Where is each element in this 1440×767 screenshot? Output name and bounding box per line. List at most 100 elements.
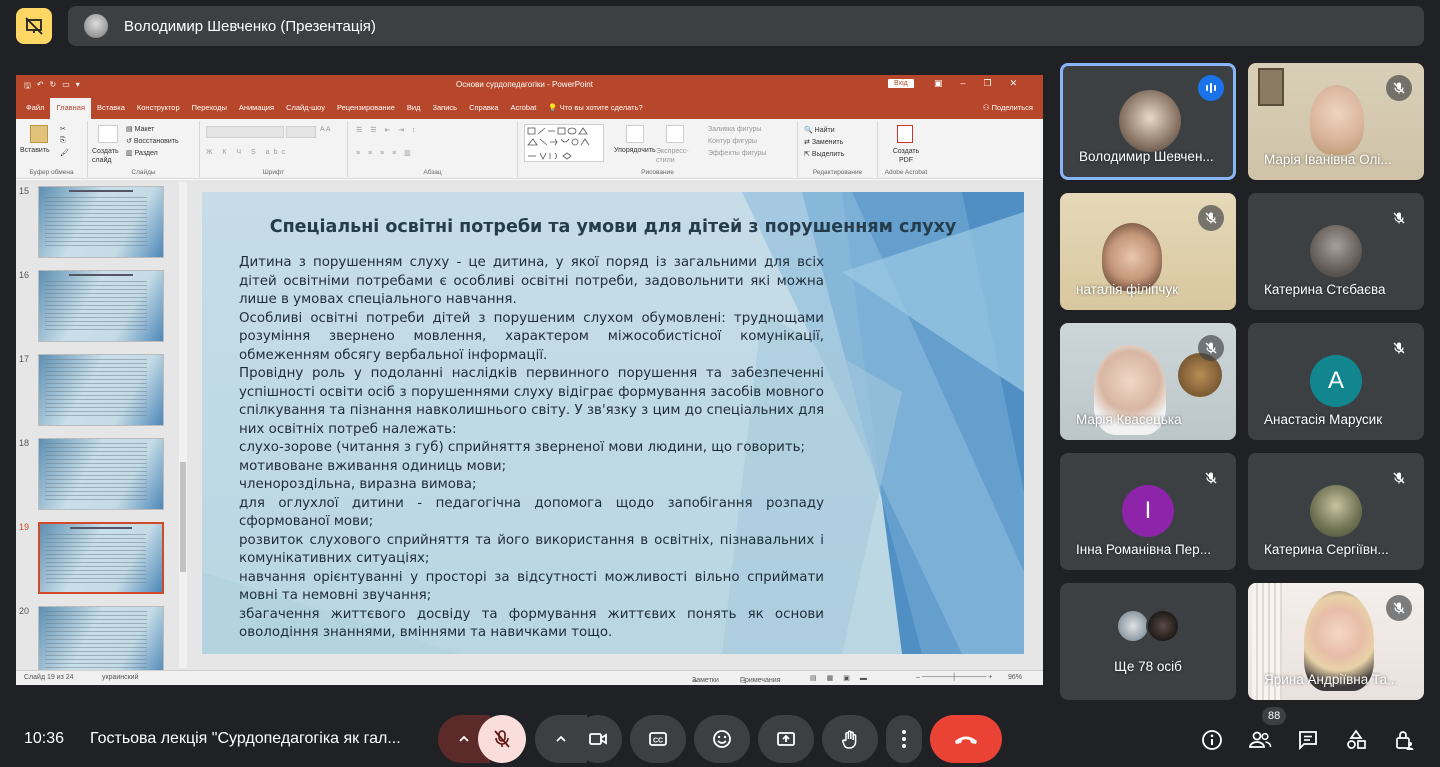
presentation-icon[interactable]	[16, 8, 52, 44]
raise-hand-button[interactable]	[822, 715, 878, 763]
customize-icon[interactable]: ▾	[76, 80, 80, 94]
tell-me-search[interactable]: 💡 Что вы хотите сделать?	[542, 103, 648, 119]
slide-thumbnail[interactable]	[38, 438, 164, 510]
find-button[interactable]: 🔍 Найти	[804, 126, 835, 134]
participant-tile[interactable]: Ярина Андріївна Та...	[1248, 583, 1424, 700]
participant-tile[interactable]: Катерина Стєбаєва	[1248, 193, 1424, 310]
leave-call-button[interactable]	[930, 715, 1002, 763]
host-controls-button[interactable]	[1389, 725, 1419, 755]
tab-transitions[interactable]: Переходы	[186, 103, 233, 119]
participant-avatar	[1119, 90, 1181, 152]
tab-view[interactable]: Вид	[401, 103, 427, 119]
slide-thumbnail[interactable]	[38, 606, 164, 678]
minimize-icon[interactable]: –	[961, 78, 966, 89]
pdf-icon[interactable]	[897, 125, 913, 143]
shape-effects-button[interactable]: Эффекты фигуры	[708, 150, 766, 157]
meeting-title[interactable]: Гостьова лекція "Сурдопедагогіка як гал.…	[90, 730, 420, 748]
new-slide-button[interactable]: Создать слайд	[92, 147, 124, 165]
participant-tile[interactable]: А Анастасія Марусик	[1248, 323, 1424, 440]
reset-button[interactable]: ↺ Восстановить	[126, 137, 179, 145]
paste-button[interactable]: Вставить	[20, 147, 50, 154]
slide-thumbnail[interactable]	[38, 270, 164, 342]
undo-icon[interactable]: ↶	[37, 80, 44, 94]
zoom-level[interactable]: 96%	[1008, 674, 1022, 681]
ribbon-options-icon[interactable]: ▣	[934, 78, 943, 89]
others-tile[interactable]: Ще 78 осіб	[1060, 583, 1236, 700]
font-size-dropdown[interactable]	[286, 126, 316, 138]
create-pdf-button[interactable]: Создать PDF	[886, 147, 926, 165]
shape-outline-button[interactable]: Контур фигуры	[708, 138, 757, 145]
cut-icon[interactable]: ✂	[60, 125, 66, 133]
microphone-toggle-button[interactable]	[478, 715, 526, 763]
tab-insert[interactable]: Вставка	[91, 103, 131, 119]
slide-thumbnail-selected[interactable]	[38, 522, 164, 594]
thumb-number-selected: 19	[19, 522, 30, 532]
chat-button[interactable]	[1293, 725, 1323, 755]
thumbnails-scrollbar[interactable]	[179, 182, 187, 668]
present-screen-button[interactable]	[758, 715, 814, 763]
participant-tile[interactable]: наталія філіпчук	[1060, 193, 1236, 310]
format-painter-icon[interactable]: 🖌	[60, 149, 69, 157]
participant-tile[interactable]: Марія Квасецька	[1060, 323, 1236, 440]
people-button[interactable]	[1245, 725, 1275, 755]
captions-button[interactable]: CC	[630, 715, 686, 763]
section-button[interactable]: ▥ Раздел	[126, 149, 158, 157]
close-icon[interactable]: ✕	[1010, 78, 1018, 89]
participant-tile[interactable]: І Інна Романівна Пер...	[1060, 453, 1236, 570]
presenter-banner: Володимир Шевченко (Презентація)	[68, 6, 1424, 46]
tab-design[interactable]: Конструктор	[131, 103, 186, 119]
replace-button[interactable]: ⇄ Заменить	[804, 138, 843, 146]
tab-review[interactable]: Рецензирование	[331, 103, 401, 119]
tab-home[interactable]: Главная	[50, 98, 91, 119]
arrange-icon[interactable]	[626, 125, 644, 143]
meeting-details-button[interactable]	[1197, 725, 1227, 755]
slide-thumbnail[interactable]	[38, 354, 164, 426]
quick-styles-icon[interactable]	[666, 125, 684, 143]
select-button[interactable]: ⇱ Выделить	[804, 150, 844, 158]
more-options-button[interactable]	[886, 715, 922, 763]
tab-slideshow[interactable]: Слайд-шоу	[280, 103, 331, 119]
section-icon: ▥	[126, 150, 135, 157]
list-icons[interactable]: ☰ ☰ ⇤ ⇥ ↕	[356, 126, 419, 134]
tab-help[interactable]: Справка	[463, 103, 504, 119]
participant-tile[interactable]: Володимир Шевчен...	[1060, 63, 1236, 180]
shapes-gallery[interactable]	[524, 124, 604, 162]
tab-record[interactable]: Запись	[426, 103, 463, 119]
arrange-button[interactable]: Упорядочить	[614, 147, 656, 154]
font-name-dropdown[interactable]	[206, 126, 284, 138]
align-icons[interactable]: ≡ ≡ ≡ ≡ ▥	[356, 149, 414, 157]
font-format-icons[interactable]: Ж К Ч S abc	[206, 149, 289, 156]
share-button[interactable]: ⚇ Поделиться	[983, 103, 1033, 112]
new-slide-icon[interactable]	[98, 125, 118, 143]
redo-icon[interactable]: ↻	[50, 80, 57, 94]
shape-fill-button[interactable]: Заливка фигуры	[708, 126, 761, 133]
share-label: Поделиться	[991, 103, 1033, 112]
current-slide[interactable]: Спеціальні освітні потреби та умови для …	[202, 192, 1024, 654]
save-icon[interactable]: 🖫	[24, 80, 31, 94]
window-controls: ▣ – ❐ ✕	[934, 78, 1017, 89]
maximize-icon[interactable]: ❐	[984, 78, 992, 89]
tab-animations[interactable]: Анимация	[233, 103, 280, 119]
slideshow-icon[interactable]: ▭	[62, 80, 70, 94]
copy-icon[interactable]: ⎘	[60, 137, 66, 145]
font-grow-icon[interactable]: A A	[320, 126, 331, 133]
tab-acrobat[interactable]: Acrobat	[504, 103, 542, 119]
tab-file[interactable]: Файл	[20, 103, 50, 119]
participant-name: Катерина Сергіївн...	[1264, 542, 1389, 557]
zoom-slider[interactable]: – ──────┼────── +	[916, 674, 992, 681]
reactions-button[interactable]	[694, 715, 750, 763]
camera-toggle-button[interactable]	[574, 715, 622, 763]
scroll-thumb[interactable]	[180, 462, 186, 572]
quick-styles-button[interactable]: Экспресс-стили	[656, 147, 700, 165]
layout-button[interactable]: ▤ Макет	[126, 125, 154, 133]
notes-label: Заметки	[692, 677, 719, 684]
participant-tile[interactable]: Марія Іванівна Олі...	[1248, 63, 1424, 180]
paste-icon[interactable]	[30, 125, 48, 143]
slide-thumbnail[interactable]	[38, 186, 164, 258]
language-indicator[interactable]: украинский	[102, 674, 139, 681]
activities-button[interactable]	[1341, 725, 1371, 755]
thumb-number: 18	[19, 438, 30, 448]
participant-tile[interactable]: Катерина Сергіївн...	[1248, 453, 1424, 570]
view-buttons[interactable]: ▤▦▣▬	[810, 674, 877, 682]
sign-in-button[interactable]: Вхід	[888, 79, 914, 88]
